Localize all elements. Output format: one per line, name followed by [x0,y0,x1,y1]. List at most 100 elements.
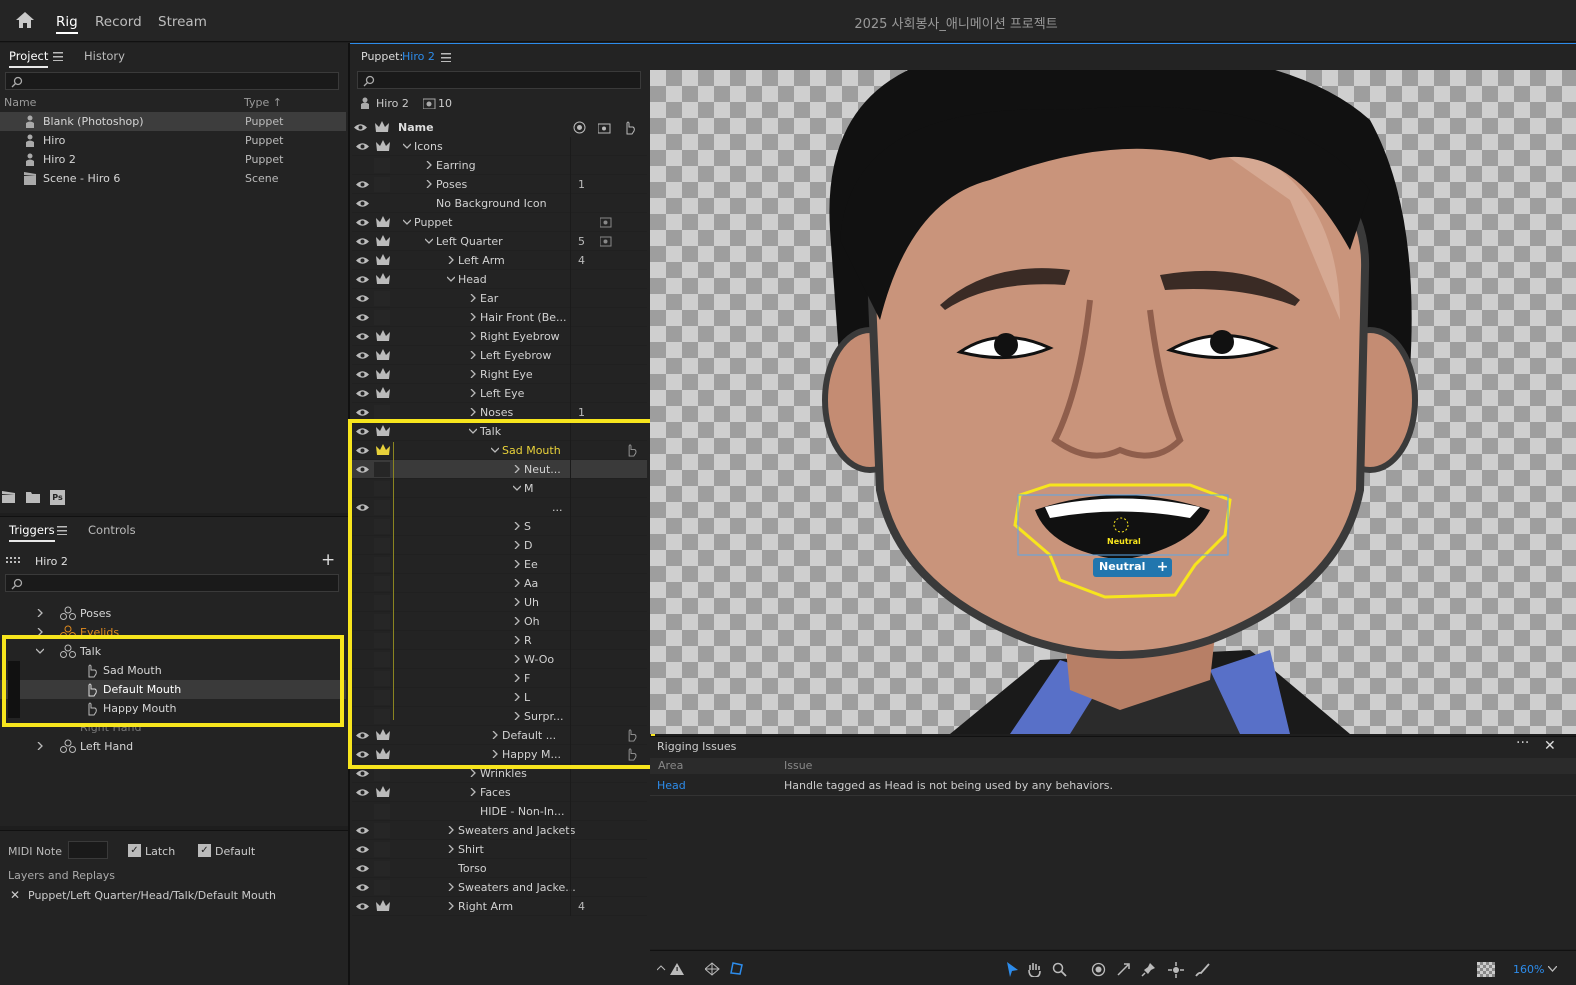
camera-icon[interactable] [598,121,611,134]
chevron-right-icon[interactable] [469,294,477,302]
eye-icon[interactable] [356,294,369,303]
chevron-right-icon[interactable] [447,883,455,891]
menu-icon[interactable] [57,526,67,535]
layer-row[interactable]: Hair Front (Be... [352,308,647,327]
color-swatch[interactable] [374,880,390,895]
crown-icon[interactable] [376,140,390,152]
eye-icon[interactable] [356,845,369,854]
color-swatch[interactable] [374,804,390,819]
color-swatch[interactable] [374,842,390,857]
handle-tool-icon[interactable] [1168,962,1184,978]
origin-tool-icon[interactable] [1091,962,1106,977]
eye-icon[interactable] [356,902,369,911]
tab-history[interactable]: History [84,49,125,63]
chevron-right-icon[interactable] [469,408,477,416]
triggers-search[interactable] [5,574,339,592]
chevron-down-icon[interactable] [425,237,433,245]
folder-icon[interactable] [26,491,40,503]
chevron-right-icon[interactable] [447,826,455,834]
chevron-right-icon[interactable] [447,256,455,264]
chevron-right-icon[interactable] [469,788,477,796]
layer-row[interactable]: Shirt [352,840,647,859]
project-row[interactable]: Blank (Photoshop) Puppet [0,112,346,131]
remove-layer-icon[interactable]: ✕ [10,888,20,902]
default-checkbox[interactable]: ✓ [198,844,211,857]
mode-stream[interactable]: Stream [158,14,207,30]
crown-icon[interactable] [376,900,390,912]
tab-controls[interactable]: Controls [88,523,136,537]
midi-note-input[interactable] [68,841,108,859]
eye-icon[interactable] [356,883,369,892]
chevron-right-icon[interactable] [469,389,477,397]
chevron-down-icon[interactable] [403,142,411,150]
camera-icon[interactable] [600,216,612,228]
crown-icon[interactable] [376,216,390,228]
mode-rig[interactable]: Rig [56,14,78,34]
layer-row[interactable]: Left Eye [352,384,647,403]
eye-icon[interactable] [356,180,369,189]
eye-icon[interactable] [356,769,369,778]
chevron-right-icon[interactable] [469,332,477,340]
record-icon[interactable] [573,121,586,134]
layer-row[interactable]: Head [352,270,647,289]
eye-icon[interactable] [356,199,369,208]
crown-icon[interactable] [376,349,390,361]
zoom-level[interactable]: 160% [1513,963,1544,976]
chevron-right-icon[interactable] [36,609,44,617]
eye-icon[interactable] [356,864,369,873]
layer-row[interactable]: Left Eyebrow [352,346,647,365]
layer-row[interactable]: Poses 1 [352,175,647,194]
tab-triggers[interactable]: Triggers [9,523,55,542]
chevron-right-icon[interactable] [425,161,433,169]
eye-icon[interactable] [356,788,369,797]
chevron-right-icon[interactable] [36,742,44,750]
chevron-right-icon[interactable] [469,769,477,777]
color-swatch[interactable] [374,291,390,306]
layer-row[interactable]: HIDE - Non-In... [352,802,647,821]
mesh-icon[interactable] [705,962,720,976]
layer-row[interactable]: Sweaters and Jacke... [352,878,647,897]
chevron-right-icon[interactable] [425,180,433,188]
layer-row[interactable]: Puppet [352,213,647,232]
color-swatch[interactable] [374,405,390,420]
layer-row[interactable]: Ear [352,289,647,308]
trigger-row-left-hand[interactable]: Left Hand [0,737,346,756]
layer-row[interactable]: Faces [352,783,647,802]
crown-icon[interactable] [376,273,390,285]
pin-tool-icon[interactable] [1141,962,1156,977]
eye-icon[interactable] [356,351,369,360]
eye-icon[interactable] [356,142,369,151]
eye-icon[interactable] [356,332,369,341]
chevron-down-icon[interactable] [403,218,411,226]
photoshop-icon[interactable]: Ps [50,490,65,505]
project-row[interactable]: Scene - Hiro 6 Scene [0,169,346,188]
layer-row[interactable]: No Background Icon [352,194,647,213]
select-tool-icon[interactable] [1006,962,1019,977]
project-row[interactable]: Hiro 2 Puppet [0,150,346,169]
eye-icon[interactable] [356,408,369,417]
project-search[interactable] [5,72,339,90]
layer-row[interactable]: Torso [352,859,647,878]
project-col-type[interactable]: Type ↑ [244,96,282,109]
layer-row[interactable]: Left Arm 4 [352,251,647,270]
crown-icon[interactable] [376,235,390,247]
chevron-right-icon[interactable] [447,902,455,910]
dragger-tool-icon[interactable] [1116,962,1131,977]
chevron-right-icon[interactable] [469,351,477,359]
color-swatch[interactable] [374,823,390,838]
crown-icon[interactable] [376,786,390,798]
eye-icon[interactable] [356,370,369,379]
crown-icon[interactable] [375,121,389,133]
new-scene-icon[interactable] [2,491,16,503]
menu-icon[interactable] [441,53,451,62]
home-icon[interactable] [14,10,36,30]
eye-icon[interactable] [356,237,369,246]
color-swatch[interactable] [374,177,390,192]
layer-row[interactable]: Icons [352,137,647,156]
transparency-toggle-icon[interactable] [1477,962,1495,977]
hand-tool-icon[interactable] [1027,962,1042,977]
crown-icon[interactable] [376,387,390,399]
layer-row[interactable]: Left Quarter 5 [352,232,647,251]
eye-icon[interactable] [356,389,369,398]
zoom-tool-icon[interactable] [1052,962,1067,977]
